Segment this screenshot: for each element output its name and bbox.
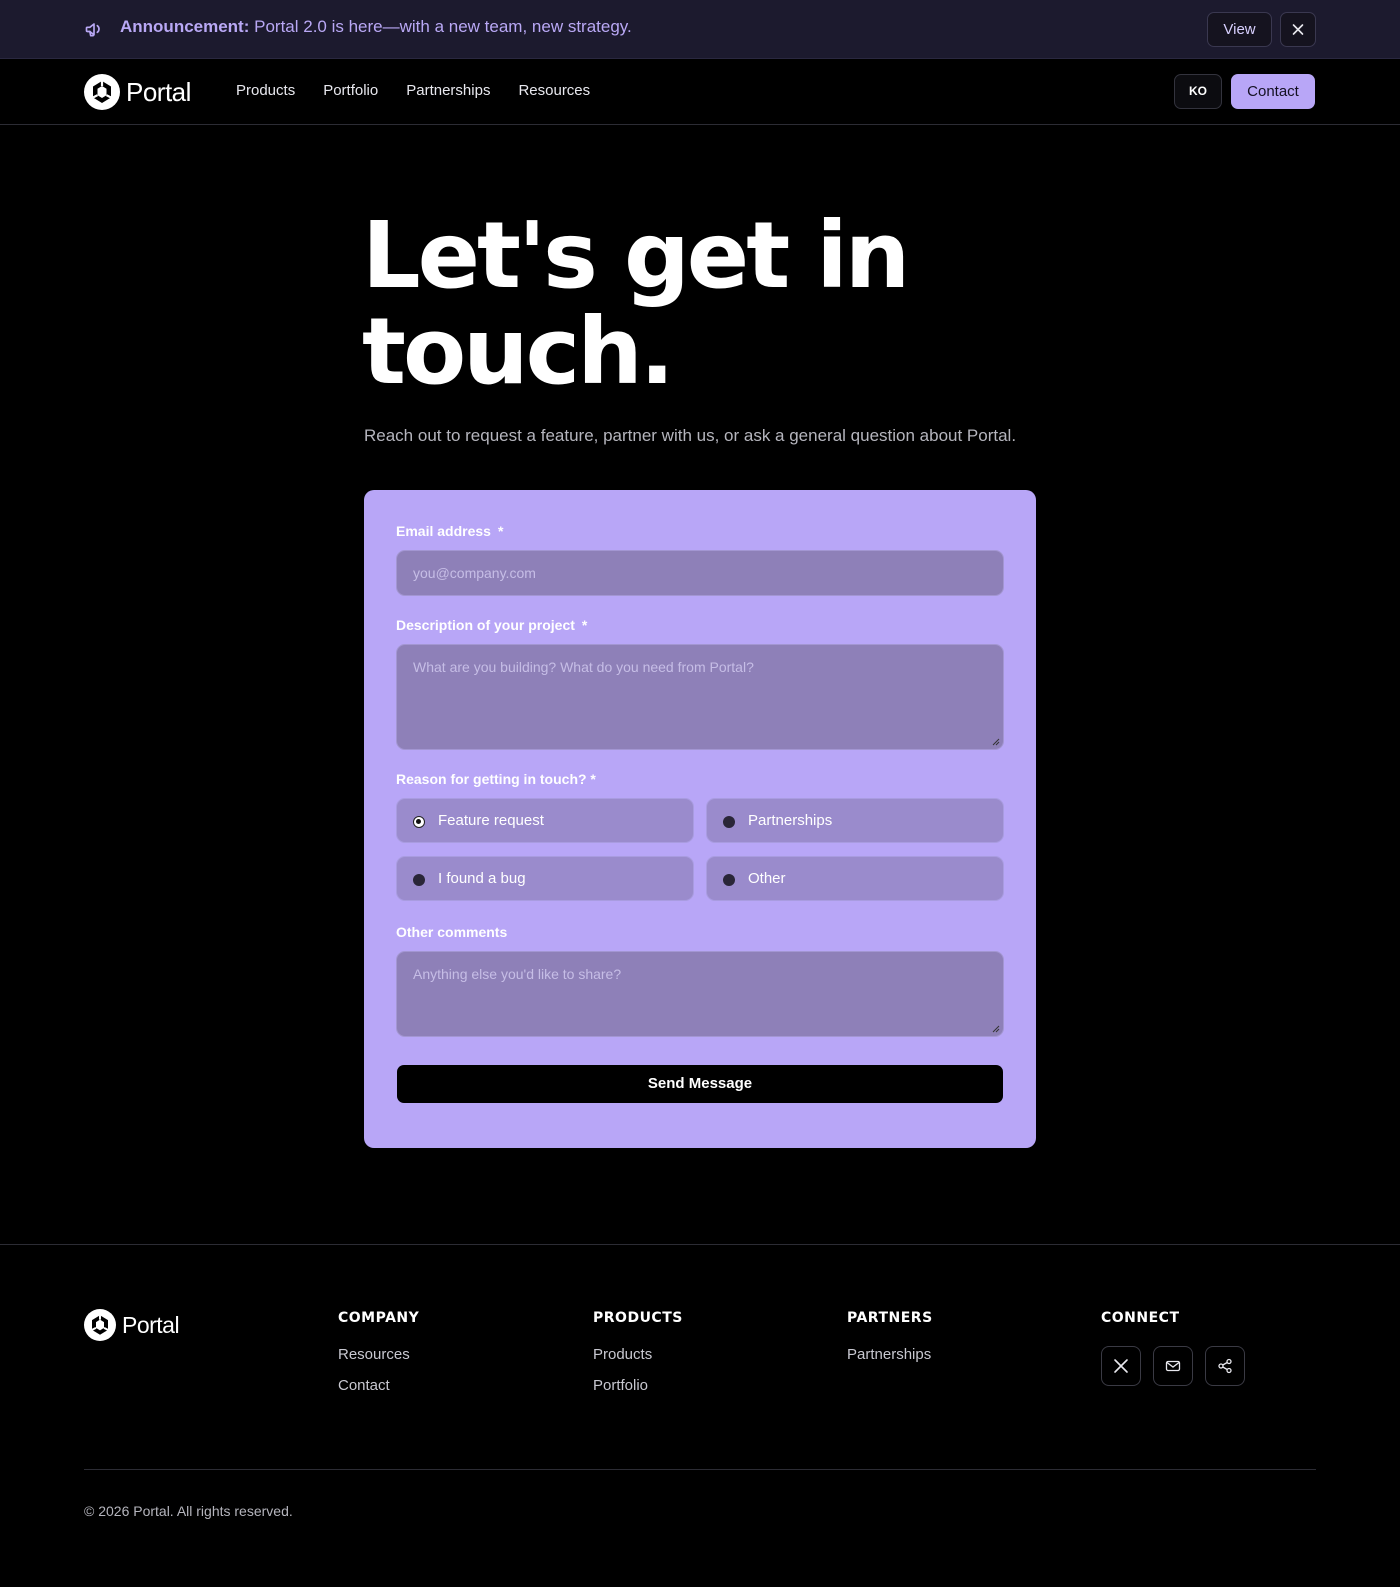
- footer-logo[interactable]: Portal: [84, 1309, 180, 1341]
- radio-icon: [723, 816, 735, 828]
- required-marker: *: [497, 523, 504, 539]
- contact-button[interactable]: Contact: [1231, 74, 1315, 109]
- email-placeholder: you@company.com: [413, 565, 536, 581]
- footer-heading: PARTNERS: [847, 1310, 933, 1326]
- social-links: [1101, 1346, 1245, 1386]
- close-button[interactable]: [1280, 12, 1316, 47]
- nav-link-partnerships[interactable]: Partnerships: [406, 82, 490, 99]
- comments-placeholder: Anything else you'd like to share?: [413, 966, 622, 982]
- email-field[interactable]: you@company.com: [396, 550, 1004, 596]
- portal-logo-icon: [84, 1309, 116, 1341]
- nav-link-portfolio[interactable]: Portfolio: [323, 82, 378, 99]
- nav-links: Products Portfolio Partnerships Resource…: [236, 82, 618, 99]
- description-label: Description of your project *: [396, 617, 587, 633]
- footer-column-company: COMPANY Resources Contact: [338, 1310, 419, 1408]
- email-social-button[interactable]: [1153, 1346, 1193, 1386]
- reason-option-partnerships[interactable]: Partnerships: [706, 798, 1004, 843]
- footer-heading: CONNECT: [1101, 1310, 1180, 1326]
- footer-divider: [0, 1244, 1400, 1245]
- footer-link-partnerships[interactable]: Partnerships: [847, 1346, 933, 1363]
- email-label-text: Email address: [396, 523, 491, 539]
- reason-option-label: I found a bug: [438, 870, 526, 887]
- navbar: Portal Products Portfolio Partnerships R…: [0, 60, 1400, 125]
- footer-bottom-divider: [84, 1469, 1316, 1470]
- announcement-bar: Announcement: Portal 2.0 is here—with a …: [0, 0, 1400, 59]
- portal-logo-icon: [84, 74, 120, 110]
- resize-handle-icon[interactable]: [992, 1025, 1000, 1033]
- radio-selected-icon: [413, 816, 425, 828]
- x-social-button[interactable]: [1101, 1346, 1141, 1386]
- nav-link-resources[interactable]: Resources: [518, 82, 590, 99]
- announcement-message: Portal 2.0 is here—with a new team, new …: [249, 17, 632, 36]
- radio-icon: [723, 874, 735, 886]
- reason-option-feature-request[interactable]: Feature request: [396, 798, 694, 843]
- reason-option-label: Feature request: [438, 812, 544, 829]
- view-button[interactable]: View: [1207, 12, 1272, 47]
- mail-icon: [1165, 1360, 1181, 1372]
- footer-link-products[interactable]: Products: [593, 1346, 683, 1363]
- nav-link-products[interactable]: Products: [236, 82, 295, 99]
- logo[interactable]: Portal: [84, 74, 191, 110]
- comments-textarea[interactable]: Anything else you'd like to share?: [396, 951, 1004, 1037]
- footer-heading: COMPANY: [338, 1310, 420, 1326]
- announcement-text: Announcement: Portal 2.0 is here—with a …: [120, 17, 632, 37]
- footer-heading: PRODUCTS: [593, 1310, 683, 1326]
- close-icon: [1292, 24, 1304, 35]
- logo-text: Portal: [126, 76, 191, 107]
- reason-label: Reason for getting in touch? *: [396, 771, 596, 787]
- page-subtitle: Reach out to request a feature, partner …: [364, 426, 1017, 445]
- megaphone-icon: [84, 19, 104, 39]
- x-icon: [1114, 1359, 1128, 1373]
- comments-label: Other comments: [396, 924, 508, 940]
- announcement-label: Announcement:: [120, 17, 250, 36]
- radio-icon: [413, 874, 425, 886]
- footer-column-partners: PARTNERS Partnerships: [847, 1310, 933, 1377]
- description-label-text: Description of your project: [396, 617, 575, 633]
- reason-option-other[interactable]: Other: [706, 856, 1004, 901]
- copyright-text: © 2026 Portal. All rights reserved.: [84, 1503, 293, 1519]
- reason-option-label: Partnerships: [748, 812, 833, 829]
- share-social-button[interactable]: [1205, 1346, 1245, 1386]
- page-title: Let's get in touch.: [362, 202, 910, 405]
- resize-handle-icon[interactable]: [992, 738, 1000, 746]
- reason-option-label: Other: [748, 870, 786, 887]
- footer-column-products: PRODUCTS Products Portfolio: [593, 1310, 683, 1408]
- footer-link-contact[interactable]: Contact: [338, 1377, 419, 1394]
- reason-option-bug[interactable]: I found a bug: [396, 856, 694, 901]
- share-icon: [1218, 1358, 1232, 1374]
- footer-column-connect: CONNECT: [1101, 1310, 1245, 1386]
- language-button[interactable]: KO: [1174, 74, 1222, 109]
- footer-link-resources[interactable]: Resources: [338, 1346, 419, 1363]
- contact-form: Email address * you@company.com Descripti…: [364, 490, 1036, 1148]
- email-label: Email address *: [396, 523, 503, 539]
- description-textarea[interactable]: What are you building? What do you need …: [396, 644, 1004, 750]
- footer-link-portfolio[interactable]: Portfolio: [593, 1377, 683, 1394]
- footer-logo-text: Portal: [122, 1311, 180, 1338]
- send-message-button[interactable]: Send Message: [397, 1065, 1003, 1103]
- required-marker: *: [581, 617, 588, 633]
- description-placeholder: What are you building? What do you need …: [413, 659, 754, 675]
